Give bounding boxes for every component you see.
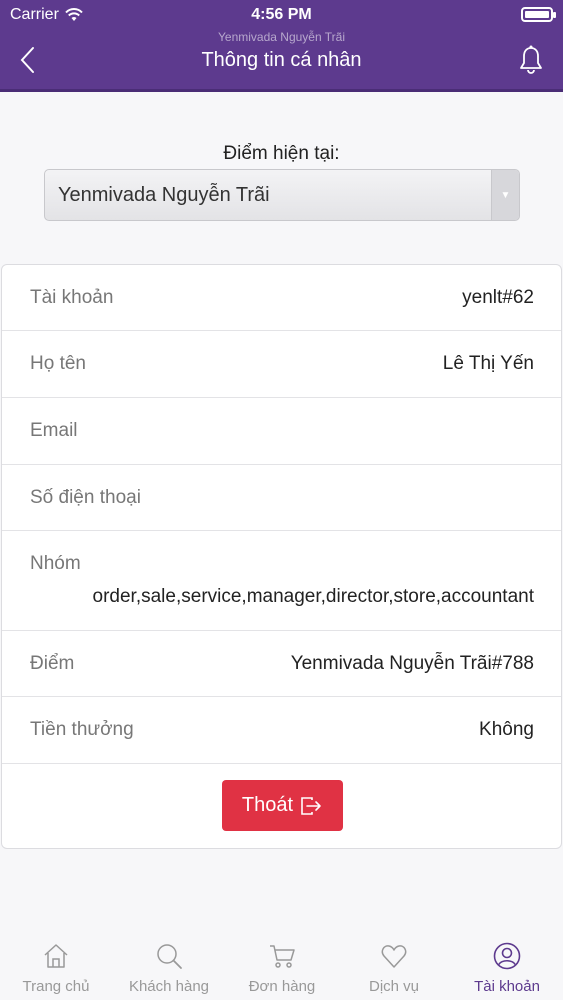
tab-label: Dịch vụ <box>368 978 420 995</box>
tab-label: Khách hàng <box>128 978 210 995</box>
cart-icon <box>270 945 295 968</box>
sign-out-icon <box>301 796 321 815</box>
header-bar: Carrier 4:56 PM Yenmivada Nguyễn Trãi Th… <box>0 0 563 92</box>
row-bonus: Tiền thưởng Không <box>2 697 561 764</box>
row-label: Tài khoản <box>30 287 114 308</box>
row-label: Tiền thưởng <box>30 719 134 740</box>
tab-label: Tài khoản <box>474 978 540 995</box>
row-value: yenlt#62 <box>462 287 534 308</box>
tab-customers[interactable]: Khách hàng <box>113 934 225 1000</box>
store-picker-label: Điểm hiện tại: <box>223 143 340 164</box>
profile-card: Tài khoản yenlt#62 Họ tên Lê Thị Yến Ema… <box>1 264 562 849</box>
search-icon <box>157 944 182 969</box>
row-email: Email <box>2 398 561 465</box>
row-label: Email <box>30 420 78 441</box>
page-title: Thông tin cá nhân <box>201 49 362 71</box>
row-value: Lê Thị Yến <box>442 353 534 374</box>
row-account: Tài khoản yenlt#62 <box>2 265 561 331</box>
row-value: Yenmivada Nguyễn Trãi#788 <box>290 653 534 674</box>
tab-orders[interactable]: Đơn hàng <box>226 934 338 1000</box>
row-groups: Nhóm order,sale,service,manager,director… <box>2 531 561 631</box>
battery-icon <box>521 7 556 22</box>
row-label: Họ tên <box>30 353 86 374</box>
logout-button[interactable]: Thoát <box>222 780 343 831</box>
row-phone: Số điện thoại <box>2 465 561 531</box>
header-subtitle: Yenmivada Nguyễn Trãi <box>218 30 345 44</box>
row-fullname: Họ tên Lê Thị Yến <box>2 331 561 398</box>
store-select[interactable]: Yenmivada Nguyễn Trãi ▼ <box>44 169 520 221</box>
row-value: order,sale,service,manager,director,stor… <box>92 586 534 607</box>
tab-label: Trang chủ <box>22 978 90 995</box>
heart-icon <box>381 945 407 968</box>
clock: 4:56 PM <box>251 6 312 23</box>
tab-account[interactable]: Tài khoản <box>451 934 563 1000</box>
row-label: Số điện thoại <box>30 487 141 508</box>
row-label: Điểm <box>30 653 75 674</box>
home-icon <box>44 944 68 968</box>
dropdown-arrow-icon: ▼ <box>491 170 519 220</box>
row-label: Nhóm <box>30 553 81 574</box>
store-select-value: Yenmivada Nguyễn Trãi <box>58 184 270 206</box>
logout-label: Thoát <box>241 794 294 816</box>
row-value: Không <box>479 719 534 740</box>
notifications-button[interactable] <box>517 44 545 76</box>
tab-label: Đơn hàng <box>248 978 316 995</box>
tab-services[interactable]: Dịch vụ <box>338 934 450 1000</box>
tab-home[interactable]: Trang chủ <box>0 934 112 1000</box>
tab-bar: Trang chủ Khách hàng Đơn hàng Dịch vụ Tà… <box>0 934 563 1000</box>
row-store: Điểm Yenmivada Nguyễn Trãi#788 <box>2 631 561 697</box>
bell-icon <box>520 45 542 74</box>
status-bar: Carrier 4:56 PM <box>0 0 563 28</box>
user-icon <box>493 942 521 970</box>
